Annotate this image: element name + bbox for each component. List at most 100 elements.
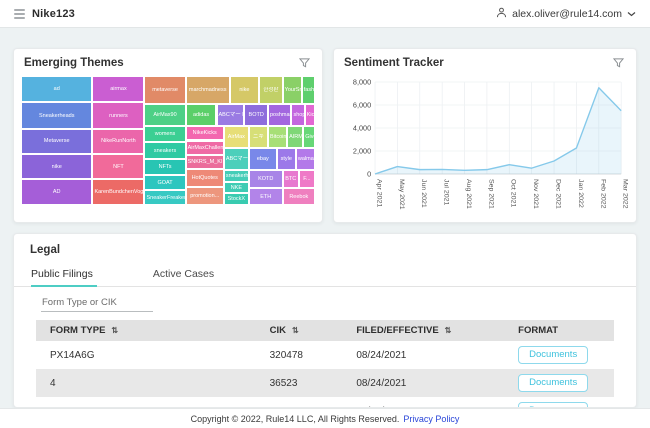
- tab-public-filings[interactable]: Public Filings: [31, 264, 107, 286]
- treemap-tile-label: nike: [238, 87, 250, 93]
- treemap-tile[interactable]: AD: [21, 179, 92, 205]
- sentiment-tracker-title: Sentiment Tracker: [344, 57, 444, 69]
- treemap-tile[interactable]: ad: [21, 76, 92, 102]
- treemap-tile[interactable]: ABCマート: [217, 104, 245, 126]
- treemap-tile[interactable]: F...: [299, 170, 315, 188]
- treemap-tile[interactable]: airmax: [92, 76, 144, 102]
- treemap-tile[interactable]: womens: [144, 126, 185, 143]
- treemap-tile[interactable]: ETH: [249, 188, 283, 205]
- treemap-tile[interactable]: adidas: [186, 104, 217, 126]
- cell-format: Documents: [504, 369, 614, 397]
- treemap-tile-label: NKE: [230, 185, 243, 191]
- treemap-tile-label: AirMax90: [152, 112, 177, 118]
- cell-filed-effective: 08/24/2021: [342, 401, 504, 409]
- treemap-tile[interactable]: SNKRS_M_KI: [186, 155, 224, 169]
- treemap-tile[interactable]: sneakerhead: [224, 170, 249, 182]
- treemap-tile-label: 한정판: [262, 87, 279, 93]
- treemap-tile-label: Metaverse: [43, 138, 71, 144]
- treemap-tile[interactable]: runners: [92, 102, 144, 128]
- treemap-tile[interactable]: NFT: [92, 154, 144, 179]
- treemap-tile-label: F...: [302, 176, 311, 182]
- emerging-themes-title: Emerging Themes: [24, 57, 124, 69]
- treemap-tile-label: poshmark: [269, 112, 291, 118]
- copyright-text: Copyright © 2022, Rule14 LLC, All Rights…: [191, 414, 400, 424]
- x-axis-tick-label: Dec 2021: [555, 179, 562, 209]
- treemap-tile-label: NikeKicks: [192, 130, 218, 136]
- table-header-row: FORM TYPE⇅ CIK⇅ FILED/EFFECTIVE⇅ FORMAT: [36, 320, 614, 341]
- x-axis-tick-label: May 2021: [398, 179, 405, 210]
- treemap-tile[interactable]: sneakers: [144, 142, 185, 159]
- treemap-tile[interactable]: ebay: [249, 148, 277, 170]
- treemap-tile[interactable]: ABCマート: [224, 148, 249, 170]
- treemap-tile[interactable]: 한정판: [259, 76, 283, 104]
- treemap-tile[interactable]: metaverse: [144, 76, 185, 104]
- privacy-policy-link[interactable]: Privacy Policy: [403, 414, 459, 424]
- treemap-tile-label: Reebok: [288, 194, 309, 200]
- treemap-tile[interactable]: NikeRunNorth: [92, 129, 144, 154]
- treemap-tile[interactable]: Sneakerheads: [21, 102, 92, 128]
- treemap-tile-label: Bitcoin: [269, 134, 286, 140]
- treemap-tile[interactable]: AIRMAX: [287, 126, 303, 148]
- documents-button[interactable]: Documents: [518, 346, 588, 364]
- treemap-tile[interactable]: BTC: [283, 170, 299, 188]
- x-axis-tick-label: Feb 2022: [599, 179, 606, 209]
- treemap-tile[interactable]: NikeKicks: [186, 126, 224, 140]
- treemap-tile[interactable]: StockX: [224, 193, 249, 205]
- treemap-tile[interactable]: AirMax: [224, 126, 249, 148]
- treemap-tile[interactable]: marchmadness: [186, 76, 230, 104]
- treemap-tile[interactable]: nike: [21, 154, 92, 179]
- treemap-tile[interactable]: GOAT: [144, 175, 185, 190]
- treemap-tile[interactable]: KarenBundchenVogue: [92, 179, 144, 205]
- treemap-tile[interactable]: SneakerFreakerTeam: [144, 190, 185, 205]
- table-row: PX14A6G32047808/24/2021Documents: [36, 341, 614, 369]
- column-form-type: FORM TYPE⇅: [36, 320, 256, 341]
- cell-cik: 320478: [256, 345, 343, 366]
- treemap-tile[interactable]: AirMax90: [144, 104, 185, 125]
- treemap-tile[interactable]: Kicks...: [305, 104, 315, 126]
- sort-icon[interactable]: ⇅: [292, 326, 299, 335]
- x-axis-tick-label: Apr 2021: [375, 179, 382, 208]
- user-icon: [496, 7, 507, 21]
- user-menu[interactable]: alex.oliver@rule14.com: [496, 7, 636, 21]
- cell-format: Documents: [504, 397, 614, 408]
- treemap-tile[interactable]: shop...: [291, 104, 304, 126]
- treemap-tile[interactable]: NKE: [224, 182, 249, 194]
- documents-button[interactable]: Documents: [518, 374, 588, 392]
- treemap-tile[interactable]: Metaverse: [21, 129, 92, 154]
- treemap-tile-label: KarenBundchenVogue: [93, 189, 143, 195]
- treemap-tile-label: ebay: [256, 156, 270, 162]
- treemap-tile[interactable]: NFTs: [144, 159, 185, 175]
- form-type-cik-input[interactable]: [41, 295, 153, 312]
- treemap-tile-label: ニキ: [252, 134, 265, 140]
- filter-icon[interactable]: [611, 56, 626, 70]
- treemap-tile[interactable]: KOTD: [249, 170, 283, 188]
- treemap-tile[interactable]: Reebok: [283, 188, 315, 205]
- treemap-tile[interactable]: AirMaxChallenge: [186, 141, 224, 155]
- treemap-tile[interactable]: ニキ: [249, 126, 268, 148]
- treemap-tile[interactable]: walmart: [296, 148, 315, 170]
- treemap-tile[interactable]: promotion...: [186, 187, 224, 205]
- treemap-tile[interactable]: poshmark: [268, 104, 292, 126]
- x-axis-tick-label: Nov 2021: [532, 179, 539, 209]
- treemap-tile-label: runners: [108, 113, 129, 119]
- treemap-tile-label: BTC: [284, 176, 297, 182]
- treemap-tile[interactable]: style: [277, 148, 296, 170]
- treemap-tile[interactable]: YourSn...: [283, 76, 302, 104]
- treemap-tile-label: Giveaway: [304, 134, 314, 140]
- sentiment-tracker-panel: Sentiment Tracker 02,0004,0006,0008,000A…: [333, 48, 637, 223]
- filter-icon[interactable]: [297, 56, 312, 70]
- sort-icon[interactable]: ⇅: [111, 326, 118, 335]
- treemap-tile[interactable]: BOTD: [244, 104, 268, 126]
- column-format: FORMAT: [504, 320, 614, 341]
- treemap-tile-label: walmart: [297, 156, 314, 162]
- treemap-tile[interactable]: nike: [230, 76, 259, 104]
- treemap-tile[interactable]: Bitcoin: [268, 126, 287, 148]
- menu-icon[interactable]: [14, 9, 25, 19]
- treemap-tile[interactable]: Giveaway: [303, 126, 315, 148]
- treemap-tile-label: Sneakerheads: [38, 113, 75, 119]
- treemap-tile[interactable]: HotQuotes: [186, 169, 224, 187]
- treemap-tile[interactable]: fashion: [302, 76, 315, 104]
- treemap-tile-label: SneakerFreakerTeam: [145, 195, 184, 201]
- sort-icon[interactable]: ⇅: [445, 326, 452, 335]
- tab-active-cases[interactable]: Active Cases: [153, 264, 228, 286]
